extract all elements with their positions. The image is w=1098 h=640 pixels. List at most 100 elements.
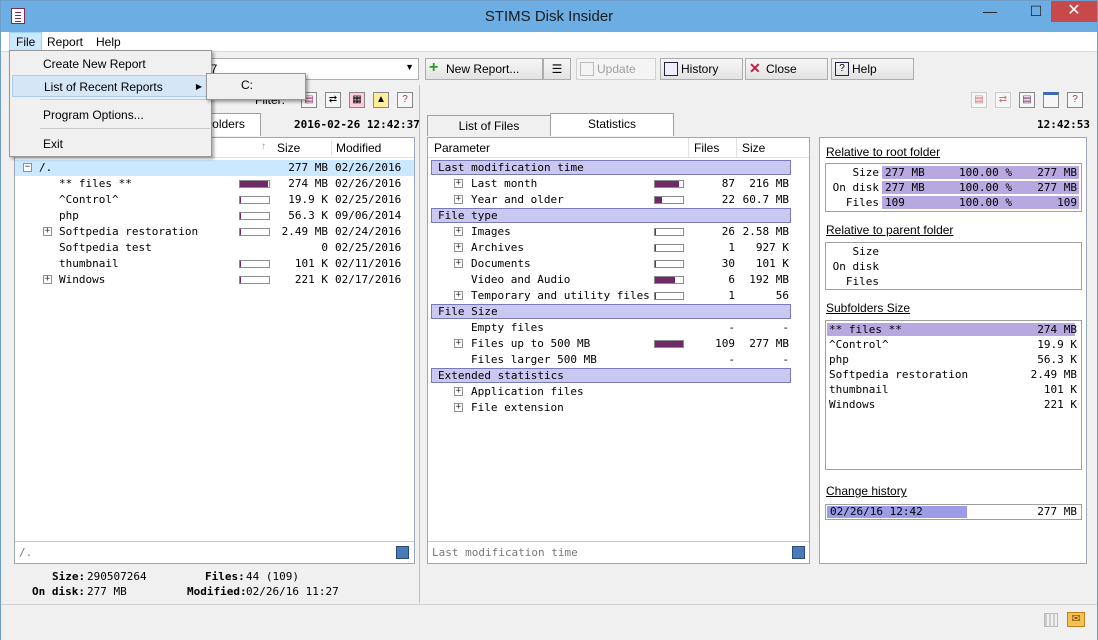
folder-row[interactable]: thumbnail 101 K 02/11/2016: [15, 256, 414, 272]
stats-row[interactable]: Empty files - -: [428, 320, 809, 336]
stats-save-icon[interactable]: [792, 546, 805, 559]
subfolder-row[interactable]: ** files ** 274 MB: [826, 322, 1081, 337]
recent-reports-submenu: C:: [206, 73, 306, 100]
menu-report[interactable]: Report: [41, 33, 89, 51]
relative-parent-link[interactable]: Relative to parent folder: [826, 223, 953, 237]
collapse-icon[interactable]: −: [23, 163, 32, 172]
menu-help[interactable]: Help: [90, 33, 127, 51]
expand-icon[interactable]: +: [454, 387, 463, 396]
folder-name: ^Control^: [59, 193, 119, 206]
tab-stats-label: Statistics: [587, 117, 636, 131]
stats-row[interactable]: Video and Audio 6 192 MB: [428, 272, 809, 288]
col-size[interactable]: Size: [277, 141, 300, 155]
subfolders-size-link[interactable]: Subfolders Size: [826, 301, 910, 315]
folder-size: 2.49 MB: [281, 225, 328, 238]
col-files: Files: [688, 138, 719, 158]
columns-icon[interactable]: [1044, 613, 1058, 627]
folder-modified: 02/24/2016: [335, 225, 402, 238]
relative-root-link[interactable]: Relative to root folder: [826, 145, 940, 159]
stats-row[interactable]: + Files up to 500 MB 109 277 MB: [428, 336, 809, 352]
expand-icon[interactable]: +: [454, 195, 463, 204]
menu-program-options[interactable]: Program Options...: [12, 104, 209, 126]
change-history-link[interactable]: Change history: [826, 484, 907, 498]
subfolder-row[interactable]: Windows 221 K: [826, 397, 1081, 412]
menu-file[interactable]: File: [9, 32, 43, 51]
tab-list-of-files[interactable]: List of Files: [427, 115, 551, 136]
size-bar: [239, 276, 270, 284]
folder-row[interactable]: −/. 277 MB 02/26/2016: [15, 160, 414, 176]
root-label: On disk: [832, 181, 879, 194]
right-help-icon[interactable]: ?: [1067, 92, 1083, 108]
stats-section-header: File type: [431, 208, 791, 223]
window-title: STIMS Disk Insider: [484, 8, 614, 25]
submenu-arrow-icon: ▶: [195, 82, 202, 91]
subfolder-row[interactable]: thumbnail 101 K: [826, 382, 1081, 397]
stats-files: 30: [721, 257, 735, 270]
history-button[interactable]: History: [660, 58, 743, 80]
expand-icon[interactable]: +: [43, 227, 52, 236]
bar-chart-icon[interactable]: ▤: [1019, 92, 1035, 108]
stats-row[interactable]: + Last month 87 216 MB: [428, 176, 809, 192]
update-button[interactable]: Update: [576, 58, 656, 80]
stats-row[interactable]: + Documents 30 101 K: [428, 256, 809, 272]
stats-row[interactable]: + Temporary and utility files 1 56: [428, 288, 809, 304]
folder-row[interactable]: + Windows 221 K 02/17/2016: [15, 272, 414, 288]
stats-row[interactable]: + Archives 1 927 K: [428, 240, 809, 256]
filter-help-icon[interactable]: ?: [397, 92, 413, 108]
tab-statistics[interactable]: Statistics: [550, 113, 674, 136]
minimize-button[interactable]: —: [975, 1, 1005, 22]
menu-bar: File Report Help: [1, 32, 1097, 52]
history-size: 277 MB: [1037, 505, 1077, 518]
expand-icon[interactable]: +: [454, 403, 463, 412]
stats-row[interactable]: + Application files: [428, 384, 809, 400]
folder-row[interactable]: ^Control^ 19.9 K 02/25/2016: [15, 192, 414, 208]
chart-swap-icon[interactable]: ⇄: [995, 92, 1011, 108]
help-button[interactable]: ? Help: [831, 58, 914, 80]
subfolder-size: 19.9 K: [1037, 338, 1077, 351]
stats-bar: [654, 292, 684, 300]
folder-row[interactable]: ** files ** 274 MB 02/26/2016: [15, 176, 414, 192]
expand-icon[interactable]: +: [454, 291, 463, 300]
recent-report-c[interactable]: C:: [241, 78, 253, 92]
filter-date-icon[interactable]: ▦: [349, 92, 365, 108]
filter-type-icon[interactable]: ▲: [373, 92, 389, 108]
subfolder-row[interactable]: Softpedia restoration 2.49 MB: [826, 367, 1081, 382]
expand-icon[interactable]: +: [454, 179, 463, 188]
menu-exit[interactable]: Exit: [12, 133, 209, 155]
folder-modified: 02/25/2016: [335, 241, 402, 254]
subfolder-row[interactable]: ^Control^ 19.9 K: [826, 337, 1081, 352]
stats-bar: [654, 196, 684, 204]
new-report-button[interactable]: + New Report...: [425, 58, 543, 80]
size-bar: [239, 180, 270, 188]
info-files-label: Files:: [205, 570, 245, 583]
new-report-label: New Report...: [446, 62, 520, 76]
folder-row[interactable]: + Softpedia restoration 2.49 MB 02/24/2016: [15, 224, 414, 240]
chart-size-icon[interactable]: ▤: [971, 92, 987, 108]
folder-row[interactable]: Softpedia test 0 02/25/2016: [15, 240, 414, 256]
save-icon[interactable]: [396, 546, 409, 559]
folder-row[interactable]: php 56.3 K 09/06/2014: [15, 208, 414, 224]
tab-folders-label: olders: [212, 117, 245, 131]
close-report-button[interactable]: ✕ Close: [745, 58, 828, 80]
filter-swap-icon[interactable]: ⇄: [325, 92, 341, 108]
expand-icon[interactable]: +: [454, 227, 463, 236]
mail-icon[interactable]: ✉: [1067, 612, 1085, 627]
stats-row[interactable]: + Year and older 22 60.7 MB: [428, 192, 809, 208]
stats-row[interactable]: + Images 26 2.58 MB: [428, 224, 809, 240]
expand-icon[interactable]: +: [43, 275, 52, 284]
stats-row[interactable]: + File extension: [428, 400, 809, 416]
expand-icon[interactable]: +: [454, 243, 463, 252]
root-label: Size: [852, 166, 880, 179]
window-view-icon[interactable]: [1043, 92, 1059, 108]
maximize-button[interactable]: ☐: [1021, 1, 1051, 22]
expand-icon[interactable]: +: [454, 339, 463, 348]
window-close-button[interactable]: ✕: [1051, 1, 1097, 22]
menu-create-new-report[interactable]: Create New Report: [12, 53, 209, 75]
stats-row[interactable]: Files larger 500 MB - -: [428, 352, 809, 368]
subfolder-row[interactable]: php 56.3 K: [826, 352, 1081, 367]
report-menu-button[interactable]: ☰: [543, 58, 571, 80]
col-modified[interactable]: Modified: [331, 141, 381, 155]
folder-tree: ↑ Size Modified −/. 277 MB 02/26/2016 ** fi…: [14, 137, 415, 564]
menu-recent-reports[interactable]: List of Recent Reports ▶: [12, 75, 209, 97]
expand-icon[interactable]: +: [454, 259, 463, 268]
